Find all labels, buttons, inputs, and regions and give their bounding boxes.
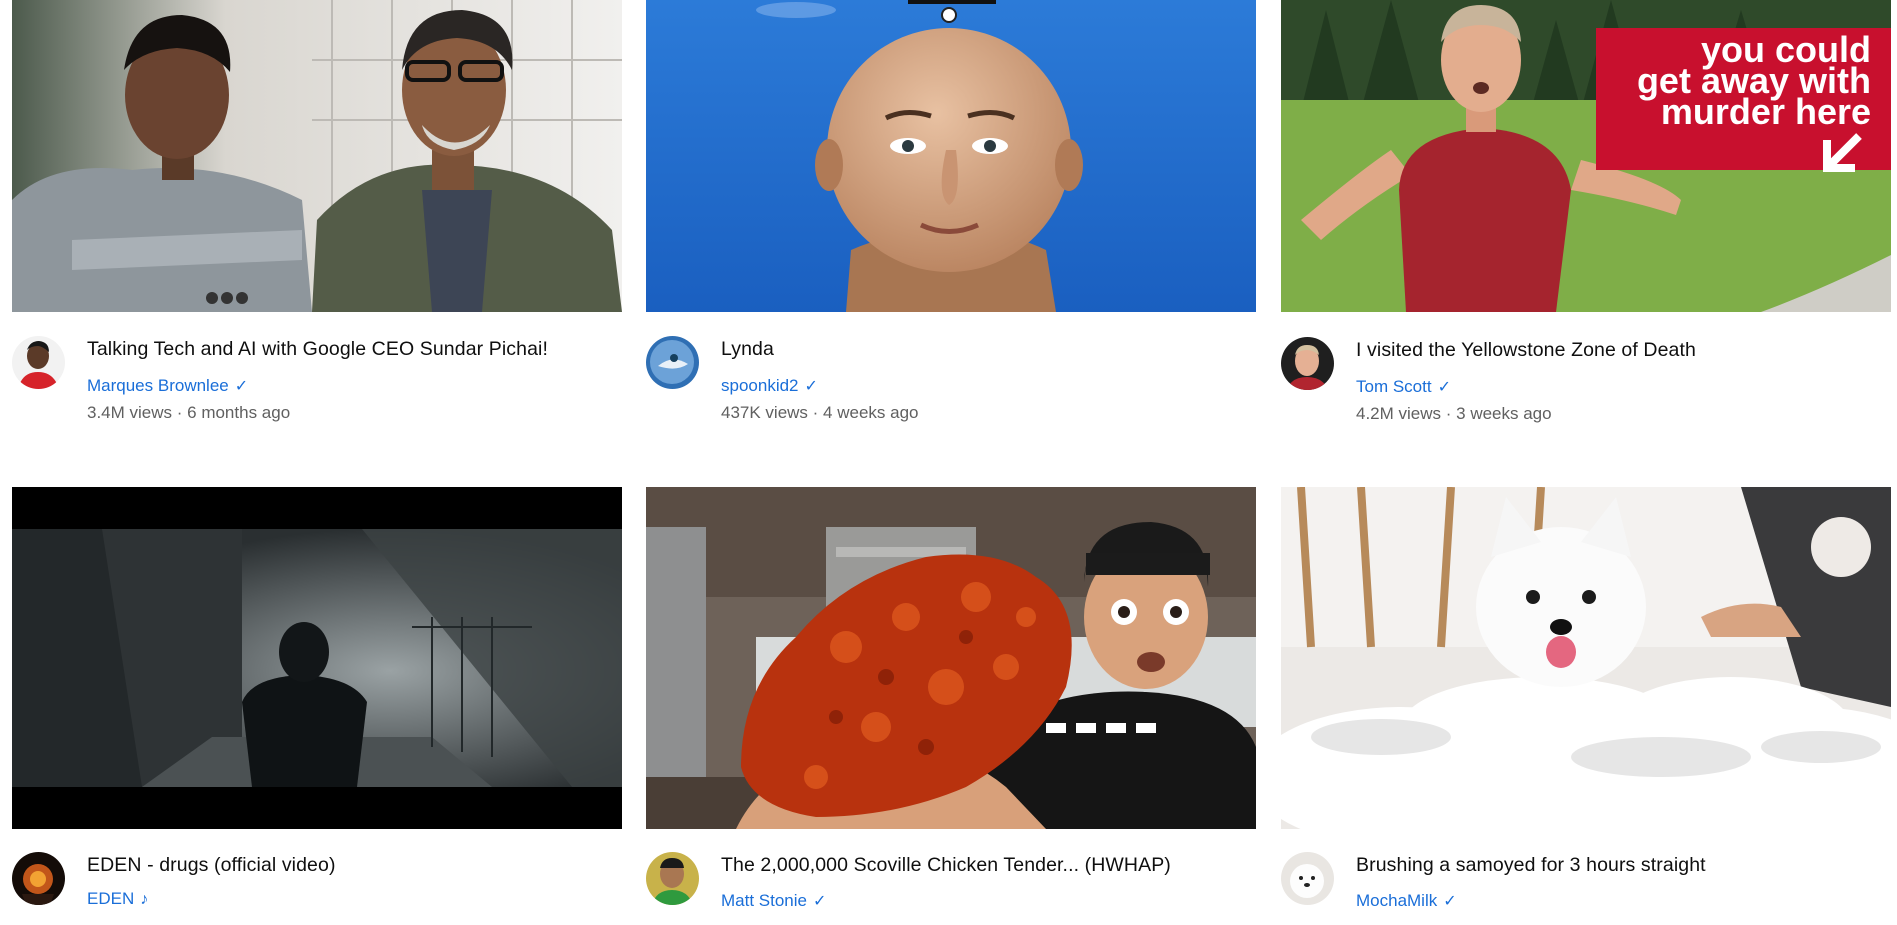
- video-title[interactable]: The 2,000,000 Scoville Chicken Tender...…: [721, 854, 1171, 877]
- channel-name: spoonkid2: [721, 376, 799, 395]
- channel-name: Matt Stonie: [721, 891, 807, 910]
- channel-name-link[interactable]: Marques Brownlee ✓: [87, 376, 248, 396]
- video-thumbnail[interactable]: [12, 0, 622, 312]
- video-stats: 3.4M views · 6 months ago: [87, 403, 291, 422]
- verified-check-icon: ✓: [804, 378, 818, 395]
- channel-name-link[interactable]: EDEN ♪: [87, 889, 148, 909]
- channel-avatar[interactable]: [1281, 852, 1334, 905]
- channel-avatar[interactable]: [646, 336, 699, 389]
- channel-name: Tom Scott: [1356, 377, 1432, 396]
- channel-name-link[interactable]: Matt Stonie ✓: [721, 891, 826, 911]
- channel-name-link[interactable]: spoonkid2 ✓: [721, 376, 818, 396]
- upload-age: 6 months ago: [187, 403, 291, 422]
- view-count: 437K views: [721, 403, 808, 422]
- channel-avatar[interactable]: [646, 852, 699, 905]
- upload-age: 4 weeks ago: [823, 403, 919, 422]
- video-thumbnail[interactable]: [646, 487, 1256, 829]
- video-title[interactable]: Brushing a samoyed for 3 hours straight: [1356, 854, 1706, 877]
- channel-name: EDEN: [87, 889, 135, 908]
- channel-avatar[interactable]: [1281, 337, 1334, 390]
- channel-name: Marques Brownlee: [87, 376, 229, 395]
- video-stats: 4.2M views · 3 weeks ago: [1356, 404, 1552, 423]
- video-title[interactable]: Lynda: [721, 338, 774, 361]
- verified-check-icon: ✓: [813, 893, 827, 910]
- video-title[interactable]: EDEN - drugs (official video): [87, 854, 336, 877]
- view-count: 3.4M views: [87, 403, 173, 422]
- channel-avatar[interactable]: [12, 852, 65, 905]
- video-title[interactable]: I visited the Yellowstone Zone of Death: [1356, 339, 1696, 362]
- view-count: 4.2M views: [1356, 404, 1442, 423]
- thumbnail-caption: murder here: [1661, 91, 1871, 132]
- channel-name-link[interactable]: Tom Scott ✓: [1356, 377, 1451, 397]
- verified-check-icon: ✓: [1443, 893, 1457, 910]
- channel-name: MochaMilk: [1356, 891, 1438, 910]
- verified-check-icon: ✓: [234, 378, 249, 395]
- video-thumbnail[interactable]: [646, 0, 1256, 312]
- video-thumbnail[interactable]: [1281, 487, 1891, 829]
- video-title[interactable]: Talking Tech and AI with Google CEO Sund…: [87, 338, 548, 361]
- verified-check-icon: ✓: [1437, 379, 1451, 396]
- upload-age: 3 weeks ago: [1456, 404, 1552, 423]
- channel-avatar[interactable]: [12, 336, 65, 389]
- video-thumbnail[interactable]: you could get away with murder here: [1281, 0, 1891, 312]
- video-thumbnail[interactable]: [12, 487, 622, 829]
- channel-name-link[interactable]: MochaMilk ✓: [1356, 891, 1457, 911]
- video-stats: 437K views · 4 weeks ago: [721, 403, 919, 422]
- music-note-icon: ♪: [140, 891, 149, 908]
